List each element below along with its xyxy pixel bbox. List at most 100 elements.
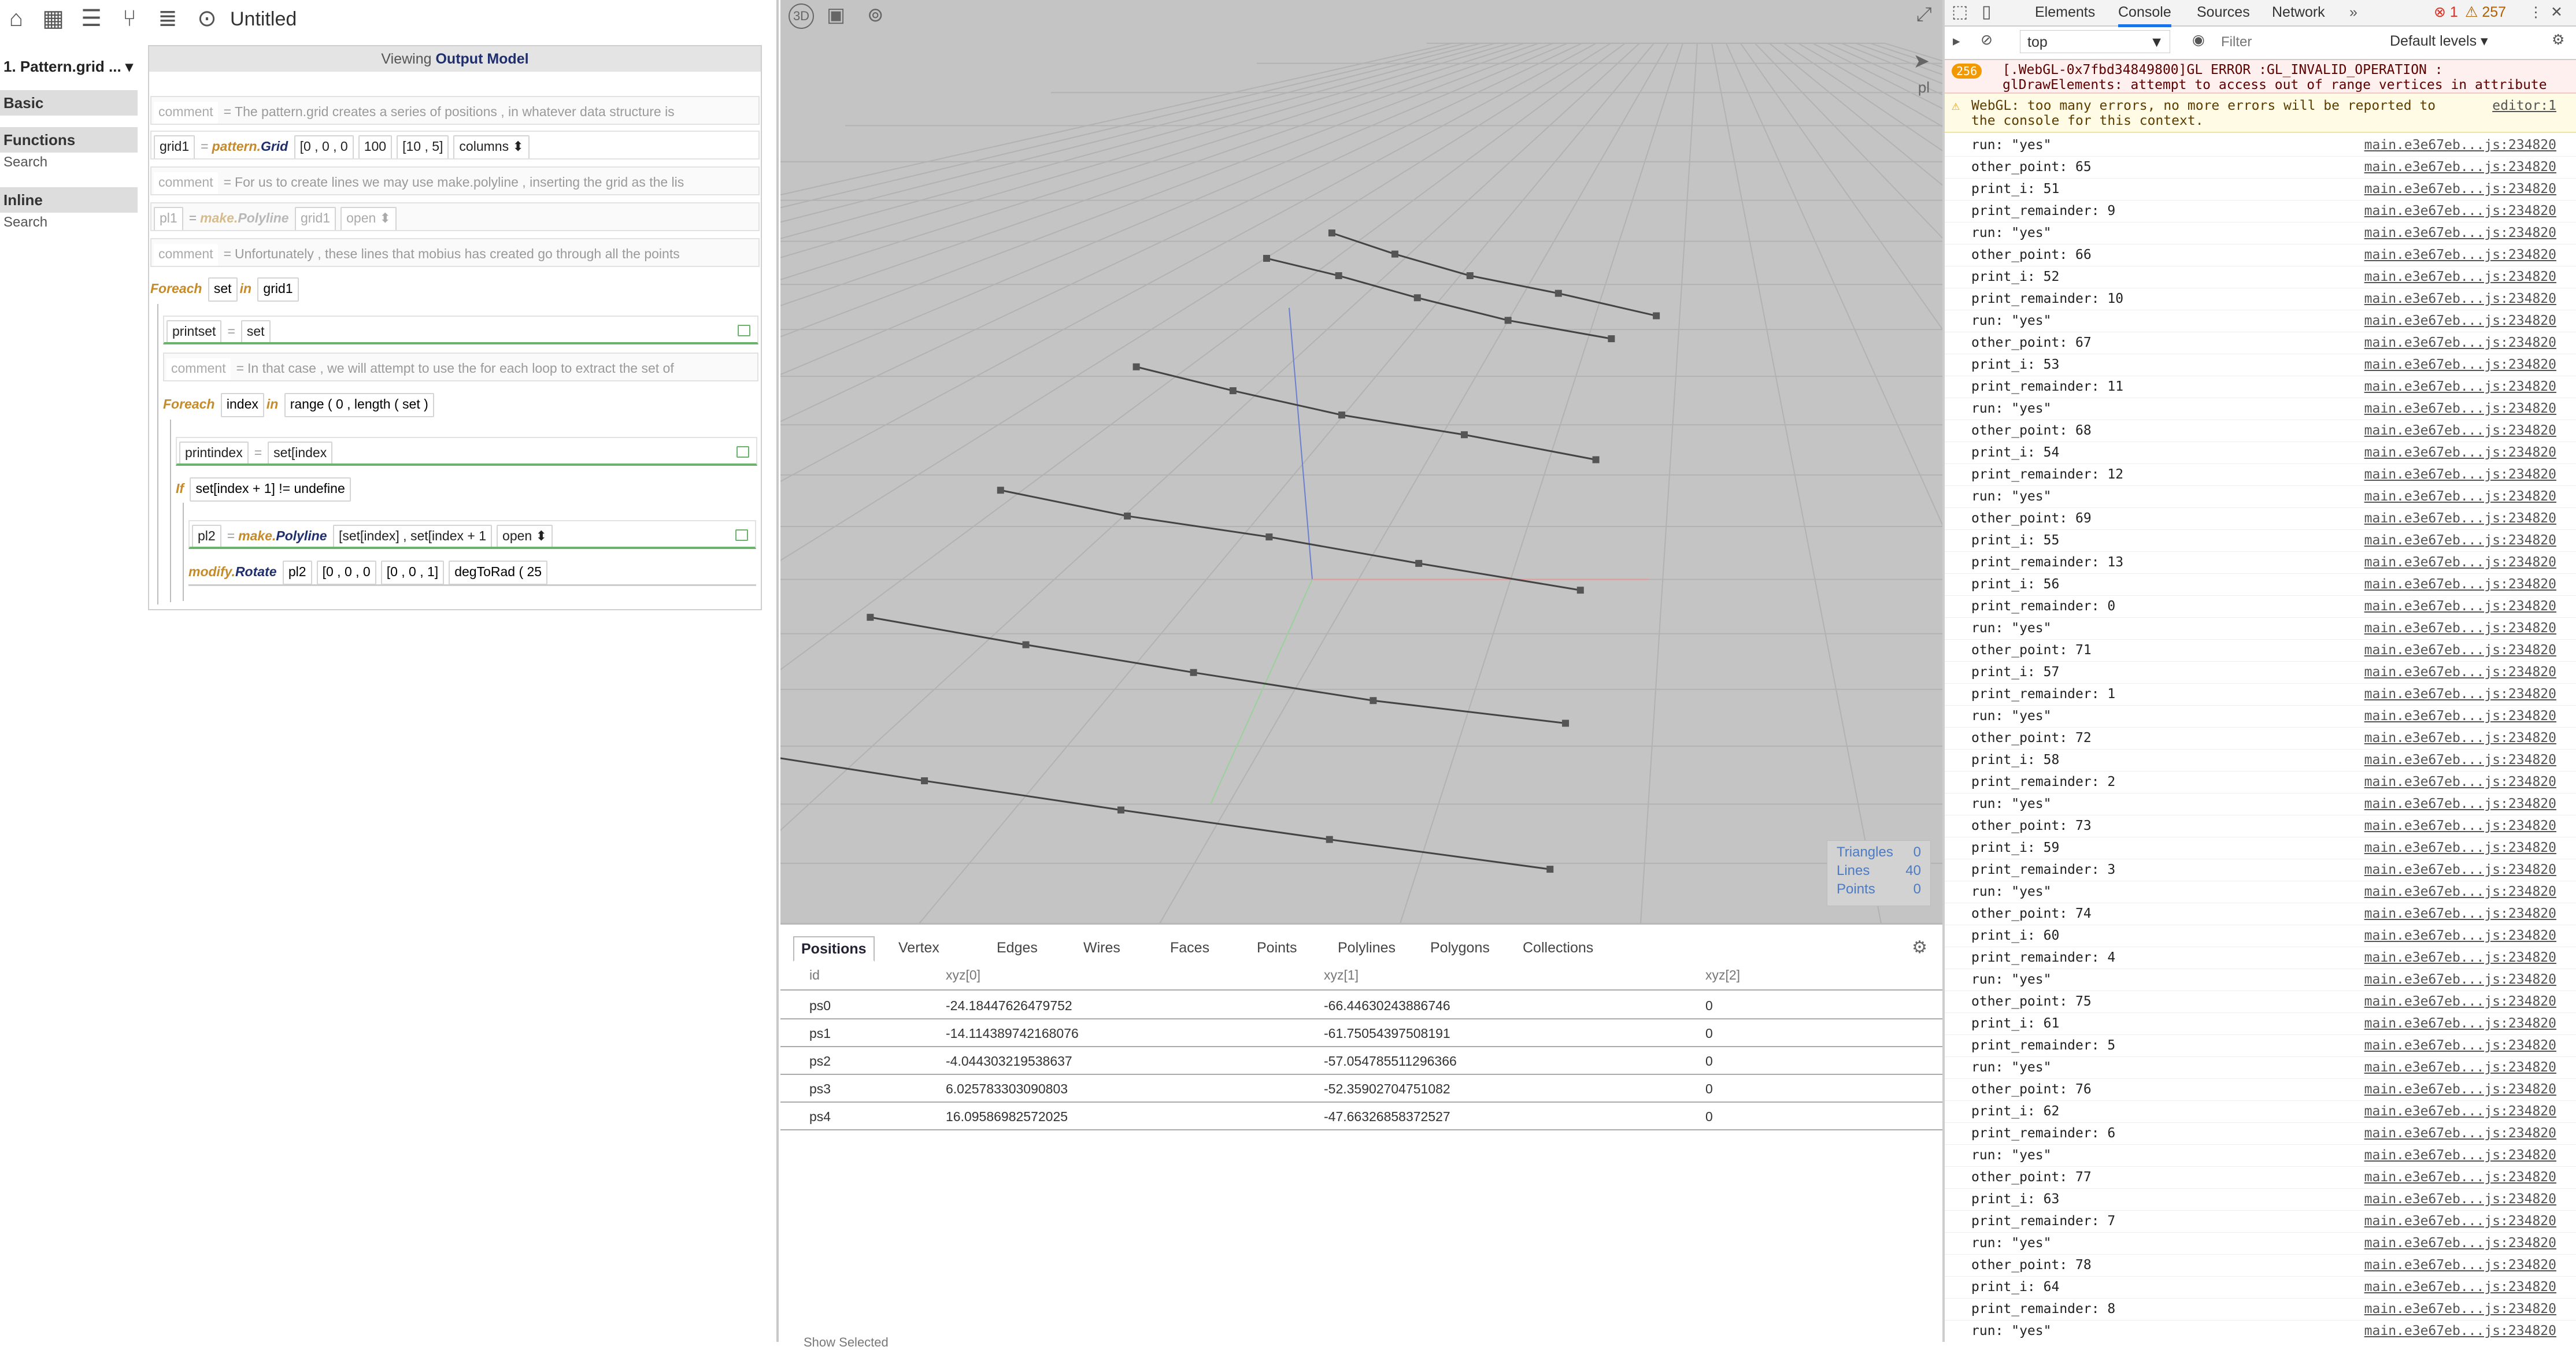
source-link[interactable]: main.e3e67eb...js:234820 [2364, 991, 2556, 1012]
tab-network[interactable]: Network [2272, 0, 2325, 24]
console-log-line[interactable]: print_i: 56 main.e3e67eb...js:234820 [1945, 573, 2576, 596]
column-header[interactable]: xyz[2] [1705, 967, 1740, 983]
console-log-line[interactable]: print_remainder: 12 main.e3e67eb...js:234… [1945, 463, 2576, 486]
console-log-line[interactable]: run: "yes" main.e3e67eb...js:234820 [1945, 1056, 2576, 1079]
source-link[interactable]: main.e3e67eb...js:234820 [2364, 1034, 2556, 1056]
functions-search[interactable]: Search [3, 153, 47, 172]
source-link[interactable]: main.e3e67eb...js:234820 [2364, 639, 2556, 661]
if-statement[interactable]: If set[index + 1] != undefine [176, 474, 757, 503]
image-icon[interactable]: ▣ [827, 3, 845, 27]
table-row[interactable]: ps4 16.09586982572025 -47.66326858372527 0 [780, 1103, 1942, 1130]
source-link[interactable]: main.e3e67eb...js:234820 [2364, 859, 2556, 881]
tab-vertex[interactable]: Vertex [891, 936, 946, 959]
comment-row[interactable]: comment = For us to create lines we may us… [150, 166, 760, 195]
log-levels-select[interactable]: Default levels ▾ [2390, 32, 2488, 50]
source-link[interactable]: main.e3e67eb...js:234820 [2364, 222, 2556, 244]
print-icon[interactable] [738, 325, 750, 336]
console-log-line[interactable]: print_remainder: 9 main.e3e67eb...js:2348… [1945, 200, 2576, 222]
console-log-line[interactable]: print_remainder: 13 main.e3e67eb...js:234… [1945, 551, 2576, 574]
console-log-line[interactable]: print_remainder: 1 main.e3e67eb...js:2348… [1945, 683, 2576, 706]
tab-positions[interactable]: Positions [793, 936, 875, 962]
source-link[interactable]: main.e3e67eb...js:234820 [2364, 420, 2556, 442]
navigate-arrow-icon[interactable]: ➤ [1914, 50, 1930, 73]
console-warning[interactable]: ⚠ WebGL: too many errors, no more errors… [1945, 94, 2576, 133]
console-error[interactable]: 256 [.WebGL-0x7fbd34849800]GL ERROR :GL_… [1945, 60, 2576, 107]
console-log-line[interactable]: run: "yes" main.e3e67eb...js:234820 [1945, 969, 2576, 991]
console-log-line[interactable]: run: "yes" main.e3e67eb...js:234820 [1945, 617, 2576, 640]
console-log-line[interactable]: run: "yes" main.e3e67eb...js:234820 [1945, 1232, 2576, 1255]
console-log-line[interactable]: run: "yes" main.e3e67eb...js:234820 [1945, 398, 2576, 420]
console-log-line[interactable]: print_i: 58 main.e3e67eb...js:234820 [1945, 749, 2576, 772]
source-link[interactable]: main.e3e67eb...js:234820 [2364, 1166, 2556, 1188]
console-log-line[interactable]: run: "yes" main.e3e67eb...js:234820 [1945, 222, 2576, 244]
section-inline[interactable]: Inline [0, 187, 138, 213]
tab-edges[interactable]: Edges [990, 936, 1045, 959]
console-log-line[interactable]: other_point: 68 main.e3e67eb...js:234820 [1945, 420, 2576, 442]
source-link[interactable]: main.e3e67eb...js:234820 [2364, 1078, 2556, 1100]
console-log-line[interactable]: run: "yes" main.e3e67eb...js:234820 [1945, 134, 2576, 157]
tab-polygons[interactable]: Polygons [1423, 936, 1497, 959]
function-select[interactable]: 1. Pattern.grid ... ▾ [3, 52, 133, 81]
console-log-line[interactable]: other_point: 69 main.e3e67eb...js:234820 [1945, 507, 2576, 530]
console-log-line[interactable]: print_remainder: 5 main.e3e67eb...js:2348… [1945, 1034, 2576, 1057]
console-log-line[interactable]: run: "yes" main.e3e67eb...js:234820 [1945, 705, 2576, 728]
printindex-statement[interactable]: printindex = set[index [176, 437, 757, 466]
section-basic[interactable]: Basic [0, 90, 138, 116]
inline-search[interactable]: Search [3, 213, 47, 232]
warning-count[interactable]: ⚠ 257 [2465, 0, 2506, 24]
console-log-line[interactable]: print_remainder: 2 main.e3e67eb...js:2348… [1945, 771, 2576, 793]
fullscreen-icon[interactable]: ⤢ [1916, 3, 1932, 26]
console-log-line[interactable]: print_remainder: 4 main.e3e67eb...js:2348… [1945, 947, 2576, 969]
source-link[interactable]: main.e3e67eb...js:234820 [2364, 727, 2556, 749]
console-log-line[interactable]: other_point: 72 main.e3e67eb...js:234820 [1945, 727, 2576, 750]
grid-statement[interactable]: grid1 = pattern.Grid [0 , 0 , 0 100 [10 , 5]… [150, 131, 760, 160]
source-link[interactable]: main.e3e67eb...js:234820 [2364, 244, 2556, 266]
console-log-line[interactable]: print_i: 52 main.e3e67eb...js:234820 [1945, 266, 2576, 288]
console-log-line[interactable]: print_i: 51 main.e3e67eb...js:234820 [1945, 178, 2576, 201]
source-link[interactable]: main.e3e67eb...js:234820 [2364, 969, 2556, 991]
editor-icon[interactable]: ≣ [155, 6, 180, 31]
foreach-set-loop[interactable]: Foreach set in grid1 [150, 274, 760, 303]
source-link[interactable]: main.e3e67eb...js:234820 [2364, 815, 2556, 837]
comment-row[interactable]: comment = The pattern.grid creates a serie… [150, 96, 760, 125]
print-icon[interactable] [736, 446, 749, 458]
source-link[interactable]: editor:1 [2492, 98, 2556, 113]
foreach-index-loop[interactable]: Foreach index in range ( 0 , length ( set… [163, 390, 758, 418]
console-log-line[interactable]: print_remainder: 3 main.e3e67eb...js:2348… [1945, 859, 2576, 881]
help-icon[interactable]: ⊚ [867, 3, 884, 27]
source-link[interactable]: main.e3e67eb...js:234820 [2364, 595, 2556, 617]
source-link[interactable]: main.e3e67eb...js:234820 [2364, 398, 2556, 420]
console-filter-input[interactable] [2220, 31, 2396, 53]
source-link[interactable]: main.e3e67eb...js:234820 [2364, 507, 2556, 529]
source-link[interactable]: main.e3e67eb...js:234820 [2364, 617, 2556, 639]
source-link[interactable]: main.e3e67eb...js:234820 [2364, 1144, 2556, 1166]
tab-console[interactable]: Console [2118, 0, 2171, 27]
print-icon[interactable] [735, 529, 748, 541]
tab-elements[interactable]: Elements [2035, 0, 2095, 24]
polyline-statement[interactable]: pl2 = make.Polyline [set[index] , set[inde… [188, 520, 756, 549]
source-link[interactable]: main.e3e67eb...js:234820 [2364, 442, 2556, 463]
source-link[interactable]: main.e3e67eb...js:234820 [2364, 683, 2556, 705]
source-link[interactable]: main.e3e67eb...js:234820 [2364, 1210, 2556, 1232]
console-log-line[interactable]: run: "yes" main.e3e67eb...js:234820 [1945, 1144, 2576, 1167]
source-link[interactable]: main.e3e67eb...js:234820 [2364, 354, 2556, 376]
console-log-line[interactable]: run: "yes" main.e3e67eb...js:234820 [1945, 485, 2576, 508]
comment-row[interactable]: comment = In that case , we will attempt t… [163, 353, 758, 381]
source-link[interactable]: main.e3e67eb...js:234820 [2364, 1012, 2556, 1034]
console-log-line[interactable]: print_remainder: 7 main.e3e67eb...js:2348… [1945, 1210, 2576, 1233]
more-tabs-icon[interactable]: » [2349, 0, 2357, 24]
source-link[interactable]: main.e3e67eb...js:234820 [2364, 332, 2556, 354]
gear-icon[interactable]: ⚙ [1912, 937, 1927, 958]
inspect-icon[interactable]: ⬚ [1952, 0, 1968, 24]
column-header[interactable]: xyz[0] [946, 967, 980, 983]
console-log-line[interactable]: print_i: 64 main.e3e67eb...js:234820 [1945, 1276, 2576, 1299]
console-log-line[interactable]: print_i: 53 main.e3e67eb...js:234820 [1945, 354, 2576, 376]
console-log-line[interactable]: print_remainder: 11 main.e3e67eb...js:234… [1945, 376, 2576, 398]
source-link[interactable]: main.e3e67eb...js:234820 [2364, 178, 2556, 200]
source-link[interactable]: main.e3e67eb...js:234820 [2364, 156, 2556, 178]
source-link[interactable]: main.e3e67eb...js:234820 [2364, 1320, 2556, 1342]
kebab-menu-icon[interactable]: ⋮ [2529, 0, 2543, 24]
home-icon[interactable]: ⌂ [3, 6, 29, 31]
console-log-line[interactable]: other_point: 67 main.e3e67eb...js:234820 [1945, 332, 2576, 354]
column-header[interactable]: id [809, 967, 820, 983]
